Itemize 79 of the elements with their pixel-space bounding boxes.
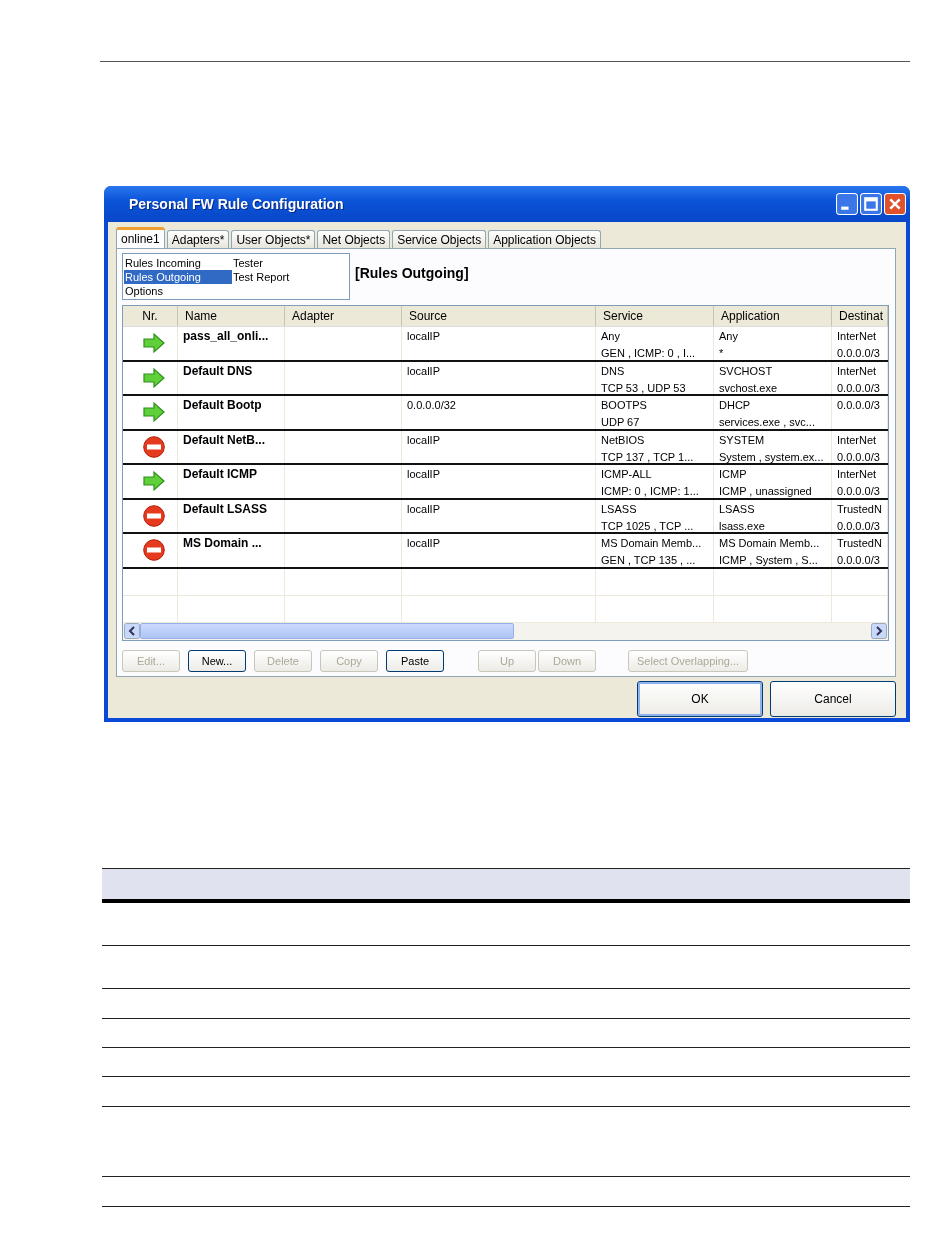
table-cell-text: ICMP-ALL bbox=[601, 467, 653, 482]
window-title: Personal FW Rule Configuration bbox=[129, 196, 344, 212]
table-cell-text: 0.0.0.0/32 bbox=[407, 398, 457, 413]
table-cell-text: localIP bbox=[407, 467, 442, 482]
nav-item[interactable]: Rules Incoming bbox=[124, 256, 232, 270]
table-cell-text: Default LSASS bbox=[183, 500, 268, 518]
action-button[interactable]: Paste bbox=[386, 650, 444, 672]
table-cell-text: ICMP , unassigned bbox=[719, 484, 813, 498]
table-cell-text: Any bbox=[601, 329, 621, 344]
table-cell-text: GEN , ICMP: 0 , I... bbox=[601, 346, 697, 360]
table-cell-text: TCP 53 , UDP 53 bbox=[601, 380, 687, 394]
table-cell-text: ICMP , System , S... bbox=[719, 553, 819, 567]
dialog-button[interactable]: OK bbox=[637, 681, 763, 717]
table-cell-text: SVCHOST bbox=[719, 363, 774, 379]
table-cell-text: * bbox=[719, 346, 725, 360]
tab[interactable]: Application Objects bbox=[488, 230, 601, 248]
table-cell-text: pass_all_onli... bbox=[183, 328, 270, 345]
table-cell-text: ICMP bbox=[719, 467, 748, 482]
table-cell-text: DNS bbox=[601, 363, 626, 379]
table-cell-text: localIP bbox=[407, 432, 442, 448]
table-cell-text: 0.0.0.0/3 bbox=[837, 449, 881, 463]
table-cell-text: MS Domain Memb... bbox=[719, 536, 821, 551]
table-cell-text: Default ICMP bbox=[183, 466, 258, 483]
column-header[interactable]: Destinat bbox=[832, 306, 888, 326]
table-cell-text: MS Domain Memb... bbox=[601, 536, 703, 551]
tab[interactable]: Adapters* bbox=[166, 230, 230, 248]
table-cell-text: localIP bbox=[407, 536, 442, 551]
table-cell-text: TrustedN bbox=[837, 536, 882, 551]
table-cell-text: localIP bbox=[407, 363, 442, 379]
table-cell-text: 0.0.0.0/3 bbox=[837, 398, 881, 413]
table-cell-text: svchost.exe bbox=[719, 380, 779, 394]
table-cell-text: 0.0.0.0/3 bbox=[837, 380, 881, 394]
table-cell-text: InterNet bbox=[837, 363, 878, 379]
column-header[interactable]: Service bbox=[596, 306, 714, 326]
table-cell-text: TrustedN bbox=[837, 501, 882, 517]
table-cell-text: InterNet bbox=[837, 329, 878, 344]
table-cell-text: TCP 137 , TCP 1... bbox=[601, 449, 695, 463]
column-header[interactable]: Nr. bbox=[123, 306, 178, 326]
table-cell-text: LSASS bbox=[719, 501, 756, 517]
table-cell-text: localIP bbox=[407, 329, 442, 344]
table-cell-text: Any bbox=[719, 329, 739, 344]
column-header[interactable]: Adapter bbox=[285, 306, 402, 326]
column-header[interactable]: Name bbox=[178, 306, 285, 326]
column-header[interactable]: Source bbox=[402, 306, 596, 326]
table-cell-text: ICMP: 0 , ICMP: 1... bbox=[601, 484, 700, 498]
table-cell-text: TCP 1025 , TCP ... bbox=[601, 518, 695, 532]
tab[interactable]: online1 bbox=[116, 227, 165, 248]
table-cell-text: SYSTEM bbox=[719, 432, 766, 448]
table-cell-text: GEN , TCP 135 , ... bbox=[601, 553, 697, 567]
tab[interactable]: Service Objects bbox=[392, 230, 487, 248]
table-cell-text: 0.0.0.0/3 bbox=[837, 518, 881, 532]
dialog-button[interactable]: Cancel bbox=[770, 681, 896, 717]
nav-item[interactable]: Tester bbox=[232, 256, 290, 270]
tab[interactable]: User Objects* bbox=[231, 230, 316, 248]
table-cell-text: InterNet bbox=[837, 467, 878, 482]
table-cell-text: NetBIOS bbox=[601, 432, 646, 448]
table-cell-text: MS Domain ... bbox=[183, 535, 263, 552]
table-cell-text: Default NetB... bbox=[183, 431, 266, 449]
table-cell-text: 0.0.0.0/3 bbox=[837, 553, 881, 567]
table-cell-text: Default DNS bbox=[183, 362, 254, 380]
table-cell-text: LSASS bbox=[601, 501, 638, 517]
action-button[interactable]: New... bbox=[188, 650, 246, 672]
section-title: [Rules Outgoing] bbox=[355, 264, 469, 281]
table-cell-text: 0.0.0.0/3 bbox=[837, 484, 881, 498]
table-cell-text: services.exe , svc... bbox=[719, 415, 816, 429]
nav-item[interactable]: Rules Outgoing bbox=[124, 270, 232, 284]
table-cell-text: DHCP bbox=[719, 398, 752, 413]
table-cell-text: UDP 67 bbox=[601, 415, 641, 429]
nav-item[interactable]: Options bbox=[124, 284, 232, 298]
table-cell-text: BOOTPS bbox=[601, 398, 648, 413]
table-cell-text: lsass.exe bbox=[719, 518, 766, 532]
column-header[interactable]: Application bbox=[714, 306, 832, 326]
table-cell-text: localIP bbox=[407, 501, 442, 517]
table-cell-text: System , system.ex... bbox=[719, 449, 825, 463]
table-cell-text: Default Bootp bbox=[183, 397, 263, 414]
nav-item[interactable]: Test Report bbox=[232, 270, 290, 284]
table-cell-text: 0.0.0.0/3 bbox=[837, 346, 881, 360]
table-cell-text: InterNet bbox=[837, 432, 878, 448]
tab[interactable]: Net Objects bbox=[317, 230, 391, 248]
